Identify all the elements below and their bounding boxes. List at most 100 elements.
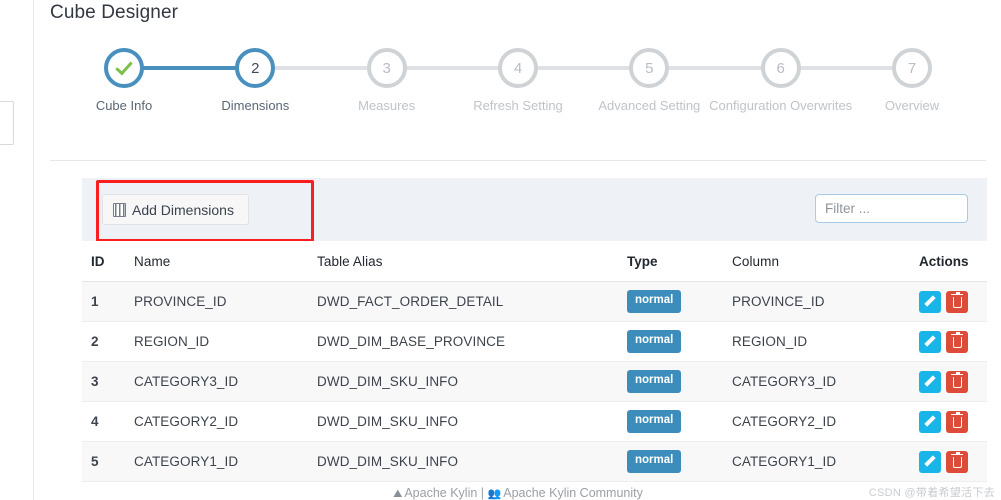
edit-row-button[interactable]: [919, 410, 941, 433]
cell-type: normal: [627, 410, 732, 433]
cell-actions: [919, 450, 987, 473]
pencil-icon: [925, 456, 936, 467]
stepper-connector-6: [798, 66, 894, 70]
footer-link-community[interactable]: Apache Kylin Community: [503, 486, 643, 500]
column-header-column: Column: [732, 253, 780, 269]
cell-name: REGION_ID: [134, 334, 210, 349]
footer-separator: |: [480, 486, 485, 500]
delete-row-button[interactable]: [946, 330, 968, 353]
cell-id: 3: [91, 374, 99, 389]
stepper-step-configuration-overwrites[interactable]: 6 Configuration Overwrites: [707, 48, 855, 114]
stepper-circle-6: 6: [760, 48, 801, 88]
cell-type: normal: [627, 450, 732, 473]
cell-column: CATEGORY3_ID: [732, 374, 837, 389]
community-people-icon: 👥: [487, 488, 502, 500]
stepper-circle-3: 3: [366, 48, 407, 88]
cell-column: PROVINCE_ID: [732, 294, 825, 309]
stepper-number: 5: [645, 59, 654, 77]
pencil-icon: [925, 416, 936, 427]
trash-icon: [951, 331, 964, 348]
page-title: Cube Designer: [50, 2, 179, 23]
dimensions-toolbar: Add Dimensions: [82, 178, 1001, 242]
stepper-step-advanced-setting[interactable]: 5 Advanced Setting: [575, 48, 723, 114]
column-header-table-alias: Table Alias: [317, 253, 383, 269]
status-badge: normal: [627, 290, 682, 313]
table-row: 2 REGION_ID DWD_DIM_BASE_PROVINCE normal REG…: [82, 322, 987, 362]
table-header-row: ID Name Table Alias Type Column Actions: [82, 241, 987, 282]
stepper-circle-2: 2: [235, 48, 276, 88]
cell-id: 5: [91, 454, 99, 469]
delete-row-button[interactable]: [946, 290, 968, 313]
pencil-icon: [925, 376, 936, 387]
app-root: Cube Designer Cube Info 2 Dimensions 3 Measu…: [0, 0, 1001, 500]
stepper-label: Advanced Setting: [598, 98, 701, 113]
stepper-number: 4: [513, 59, 523, 77]
wizard-stepper: Cube Info 2 Dimensions 3 Measures 4 Refresh Se…: [50, 48, 986, 143]
page-footer: ⛰ Apache Kylin | 👥 Apache Kylin Community: [35, 486, 1001, 500]
main-content: Cube Designer Cube Info 2 Dimensions 3 Measu…: [35, 0, 1001, 500]
table-row: 5 CATEGORY1_ID DWD_DIM_SKU_INFO normal CATEG…: [82, 442, 987, 482]
cell-name: CATEGORY1_ID: [134, 454, 239, 469]
column-header-id: ID: [91, 253, 105, 269]
stepper-circle-7: 7: [892, 48, 932, 88]
building-grid-icon: [113, 202, 126, 217]
action-buttons: [919, 450, 987, 473]
cell-table-alias: DWD_DIM_BASE_PROVINCE: [317, 334, 506, 349]
stepper-connector-3: [404, 66, 500, 70]
stepper-label: Dimensions: [221, 98, 290, 113]
delete-row-button[interactable]: [946, 410, 968, 433]
trash-icon: [951, 371, 964, 388]
delete-row-button[interactable]: [946, 450, 968, 473]
cell-column: CATEGORY1_ID: [732, 454, 837, 469]
cell-table-alias: DWD_FACT_ORDER_DETAIL: [317, 294, 504, 309]
stepper-connector-4: [536, 66, 632, 70]
stepper-circle-4: 4: [498, 48, 538, 88]
stepper-step-dimensions[interactable]: 2 Dimensions: [181, 48, 329, 114]
stepper-step-overview[interactable]: 7 Overview: [838, 48, 986, 114]
table-row: 3 CATEGORY3_ID DWD_DIM_SKU_INFO normal CATEG…: [82, 362, 987, 402]
cell-actions: [919, 370, 987, 393]
stepper-label: Measures: [358, 98, 416, 113]
stepper-step-cube-info[interactable]: Cube Info: [50, 48, 198, 114]
filter-input[interactable]: [816, 201, 1001, 216]
stepper-label: Cube Info: [95, 98, 153, 113]
action-buttons: [919, 370, 987, 393]
edit-row-button[interactable]: [919, 450, 941, 473]
cell-column: REGION_ID: [732, 334, 808, 349]
status-badge: normal: [627, 450, 682, 473]
cell-table-alias: DWD_DIM_SKU_INFO: [317, 454, 459, 469]
edit-row-button[interactable]: [919, 290, 941, 313]
stepper-number: 7: [907, 59, 917, 77]
edit-row-button[interactable]: [919, 370, 941, 393]
cell-name: CATEGORY2_ID: [134, 414, 239, 429]
footer-link-kylin[interactable]: Apache Kylin: [404, 486, 477, 500]
filter-field-wrapper[interactable]: [815, 194, 1001, 223]
check-icon: [115, 57, 133, 75]
cell-actions: [919, 290, 987, 313]
cell-id: 2: [91, 334, 99, 349]
csdn-watermark: CSDN @带着希望活下去: [868, 487, 995, 499]
cell-column: CATEGORY2_ID: [732, 414, 837, 429]
stepper-step-measures[interactable]: 3 Measures: [313, 48, 461, 114]
trash-icon: [951, 411, 964, 428]
status-badge: normal: [627, 410, 682, 433]
cell-table-alias: DWD_DIM_SKU_INFO: [317, 414, 459, 429]
stepper-label: Refresh Setting: [473, 98, 563, 113]
trash-icon: [951, 451, 964, 468]
table-row: 4 CATEGORY2_ID DWD_DIM_SKU_INFO normal CATEG…: [82, 402, 987, 442]
add-dimensions-button[interactable]: Add Dimensions: [102, 194, 249, 225]
dimensions-table: ID Name Table Alias Type Column Actions 1 PROVI…: [82, 241, 987, 482]
left-edge-panel-stub: [0, 101, 14, 145]
section-divider: [50, 160, 986, 161]
cell-type: normal: [627, 330, 732, 353]
stepper-step-refresh-setting[interactable]: 4 Refresh Setting: [444, 48, 592, 114]
delete-row-button[interactable]: [946, 370, 968, 393]
cell-name: CATEGORY3_ID: [134, 374, 239, 389]
edit-row-button[interactable]: [919, 330, 941, 353]
status-badge: normal: [627, 370, 682, 393]
action-buttons: [919, 290, 987, 313]
stepper-circle-5: 5: [629, 48, 670, 88]
action-buttons: [919, 410, 987, 433]
stepper-label: Configuration Overwrites: [709, 98, 853, 113]
stepper-connector-1: [142, 66, 238, 70]
